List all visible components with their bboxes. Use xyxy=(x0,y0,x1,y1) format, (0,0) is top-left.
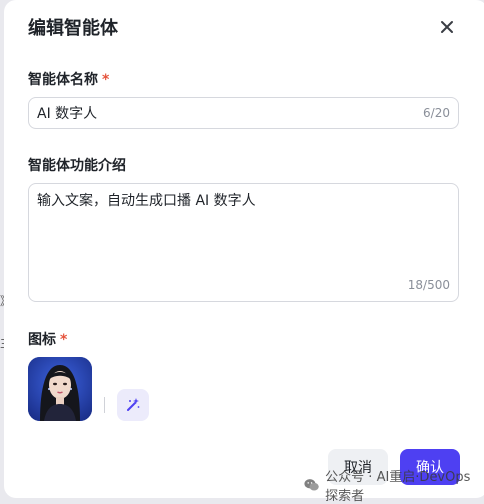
sparkle-wand-icon xyxy=(127,398,140,411)
agent-name-value: AI 数字人 xyxy=(37,106,98,122)
name-label-text: 智能体名称 xyxy=(28,72,98,88)
agent-intro-textarea[interactable]: 输入文案，自动生成口播 AI 数字人 18/500 xyxy=(28,183,459,302)
generate-icon-button[interactable] xyxy=(117,389,149,421)
avatar-image xyxy=(28,357,92,421)
agent-name-counter: 6/20 xyxy=(423,106,450,120)
intro-label: 智能体功能介绍 xyxy=(28,158,126,174)
edit-agent-dialog: 编辑智能体 智能体名称 * AI 数字人 6/20 智能体功能介绍 输入文案，自动… xyxy=(4,0,484,498)
name-label: 智能体名称 * xyxy=(28,69,109,89)
wechat-icon xyxy=(304,479,319,491)
icon-divider xyxy=(104,397,105,413)
agent-intro-value: 输入文案，自动生成口播 AI 数字人 xyxy=(37,193,256,209)
agent-name-input[interactable]: AI 数字人 6/20 xyxy=(28,97,459,129)
avatar[interactable] xyxy=(28,357,92,421)
required-mark: * xyxy=(102,72,110,88)
watermark: 公众号 · AI重启·DevOps 探索者 xyxy=(304,466,484,504)
required-mark: * xyxy=(60,332,68,348)
dialog-title: 编辑智能体 xyxy=(28,18,118,39)
close-icon xyxy=(441,21,453,33)
close-button[interactable] xyxy=(436,16,458,38)
watermark-text: 公众号 · AI重启·DevOps 探索者 xyxy=(325,470,471,504)
icon-label-text: 图标 xyxy=(28,332,56,348)
agent-intro-counter: 18/500 xyxy=(407,278,450,292)
icon-label: 图标 * xyxy=(28,329,67,349)
